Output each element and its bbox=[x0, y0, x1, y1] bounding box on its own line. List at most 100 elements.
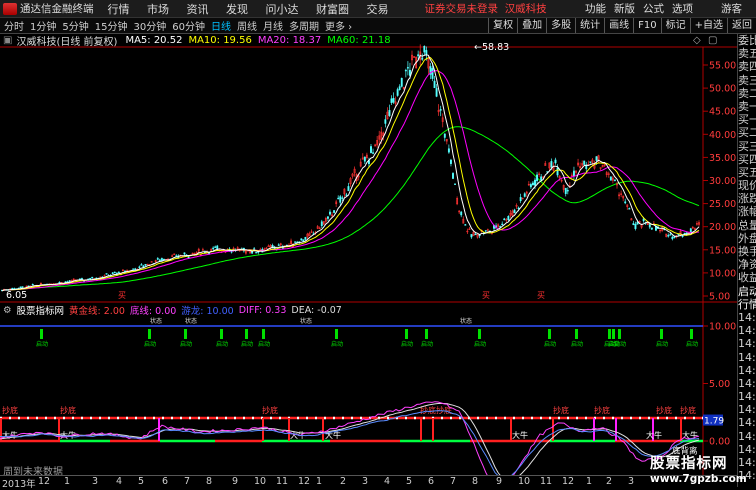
candle-body bbox=[669, 234, 672, 236]
candle-body bbox=[390, 98, 393, 103]
side-panel-item: 卖一 bbox=[738, 99, 756, 113]
side-panel-item: 买二 bbox=[738, 126, 756, 140]
start-marker-label: 启动 bbox=[216, 340, 228, 348]
side-panel-item: 净资 bbox=[738, 258, 756, 272]
price-tick-label: 20.00 bbox=[709, 222, 736, 233]
candle-body bbox=[251, 251, 254, 254]
candle-body bbox=[183, 252, 186, 255]
candle-body bbox=[255, 252, 258, 254]
high-price-label: ←58.83 bbox=[474, 42, 509, 53]
candle-body bbox=[433, 80, 436, 89]
price-tick-label: 15.00 bbox=[709, 245, 736, 256]
side-panel-item: 换手 bbox=[738, 245, 756, 258]
indicator-collapse-icon[interactable]: ⚙ bbox=[3, 305, 12, 316]
start-marker bbox=[478, 329, 481, 339]
candle-body bbox=[320, 221, 323, 227]
indicator-title: ⚙ 股票指标网 黄金线: 2.00 底线: 0.00 游龙: 10.00 DIF… bbox=[0, 303, 347, 318]
candle-body bbox=[294, 241, 297, 243]
date-tick-label: 9 bbox=[232, 476, 239, 487]
dea-value: DEA: -0.07 bbox=[291, 304, 342, 316]
diff-value: DIFF: 0.33 bbox=[238, 304, 287, 316]
date-axis: 2013年 12 1 3 4 5 6 7 8 9 10 11 12 1 2 3 4 5 6 7 8 9 10 11 12 1 2 3 bbox=[0, 475, 737, 490]
candle-body bbox=[329, 211, 331, 215]
side-panel-item: 涨幅 bbox=[738, 205, 756, 219]
watermark-title: 股票指标网 bbox=[650, 456, 728, 472]
candle-body bbox=[132, 268, 135, 270]
price-tick-label: 5.00 bbox=[709, 292, 730, 303]
candle-body bbox=[212, 247, 215, 250]
moving-average-lines bbox=[1, 54, 700, 292]
candle-body bbox=[277, 244, 280, 246]
side-panel-item: 14:50 bbox=[738, 429, 756, 443]
candle-body bbox=[400, 78, 403, 87]
candle-body bbox=[513, 209, 516, 214]
candle-body bbox=[347, 186, 350, 192]
date-tick-label: 7 bbox=[450, 476, 457, 487]
ma10-path bbox=[1, 57, 700, 292]
side-panel-item: 卖二 bbox=[738, 86, 756, 100]
date-tick-label: 1 bbox=[316, 476, 323, 487]
candle-body bbox=[452, 173, 454, 179]
candle-body bbox=[464, 224, 467, 226]
dip-label: 抄底 bbox=[680, 405, 696, 415]
start-marker bbox=[40, 329, 43, 339]
date-tick-label: 3 bbox=[362, 476, 369, 487]
candle-body bbox=[673, 236, 676, 238]
candle-body bbox=[58, 281, 61, 284]
dragon-value: 游龙: 10.00 bbox=[181, 306, 234, 317]
candle-body bbox=[454, 183, 457, 185]
candle-body bbox=[300, 238, 303, 241]
date-tick-label: 6 bbox=[428, 476, 435, 487]
indicator-panel: 10.005.000.001.79启动 启动 启动 启动 启动 启动 启动 启动 启动 启动 启动启… bbox=[0, 317, 736, 475]
candle-body bbox=[628, 208, 631, 210]
price-tick-label: 45.00 bbox=[709, 107, 736, 118]
side-panel-item: 买一 bbox=[738, 113, 756, 127]
kline-chart[interactable]: 55.00 50.00 45.00 40.00 35.00 30.00 25.00 20.00… bbox=[0, 0, 737, 475]
side-panel-item: 买四 bbox=[738, 152, 756, 166]
indicator-tick-label: 10.00 bbox=[709, 322, 736, 333]
bull-label: 大牛 bbox=[646, 430, 662, 440]
candle-body bbox=[267, 245, 270, 247]
candle-body bbox=[421, 57, 424, 60]
date-tick-label: 5 bbox=[406, 476, 413, 487]
date-tick-label: 3 bbox=[628, 476, 635, 487]
candle-body bbox=[111, 272, 114, 275]
candle-body bbox=[156, 258, 159, 260]
candle-body bbox=[460, 211, 463, 216]
candle-body bbox=[609, 176, 612, 181]
indicator-name[interactable]: 股票指标网 bbox=[17, 303, 65, 317]
date-tick-label: 4 bbox=[116, 476, 123, 487]
start-marker-label: 启动 bbox=[180, 340, 192, 348]
start-marker bbox=[548, 329, 551, 339]
buy-mark: 买 bbox=[537, 291, 545, 300]
side-panel-item: 14:50 bbox=[738, 390, 756, 404]
candle-body bbox=[138, 266, 141, 268]
date-tick-label: 12 bbox=[38, 476, 51, 487]
candle-body bbox=[470, 234, 473, 238]
candle-body bbox=[396, 89, 399, 96]
start-marker bbox=[425, 329, 428, 339]
start-marker bbox=[618, 329, 621, 339]
candle-body bbox=[681, 235, 684, 237]
bull-label: 大牛 bbox=[512, 430, 528, 440]
side-panel-item: 14:50 bbox=[738, 403, 756, 417]
low-price-label: 6.05 bbox=[6, 290, 27, 301]
candle-body bbox=[68, 280, 71, 282]
side-panel-item: 行情 bbox=[738, 297, 756, 311]
candle-body bbox=[214, 246, 217, 248]
candle-body bbox=[363, 156, 366, 162]
candle-body bbox=[404, 69, 407, 72]
start-marker bbox=[575, 329, 578, 339]
candle-body bbox=[689, 228, 692, 233]
price-tick-label: 40.00 bbox=[709, 130, 736, 141]
candle-body bbox=[536, 174, 538, 182]
candle-body bbox=[554, 159, 557, 164]
candle-body bbox=[503, 218, 506, 221]
dip-label: 抄底 bbox=[594, 405, 610, 415]
date-tick-label: 2 bbox=[340, 476, 347, 487]
status-label: 状态 bbox=[300, 317, 312, 325]
candle-body bbox=[370, 146, 372, 153]
side-panel-item: 涨跌 bbox=[738, 192, 756, 206]
side-panel-item: 14:50 bbox=[738, 324, 756, 338]
candle-body bbox=[304, 237, 307, 240]
